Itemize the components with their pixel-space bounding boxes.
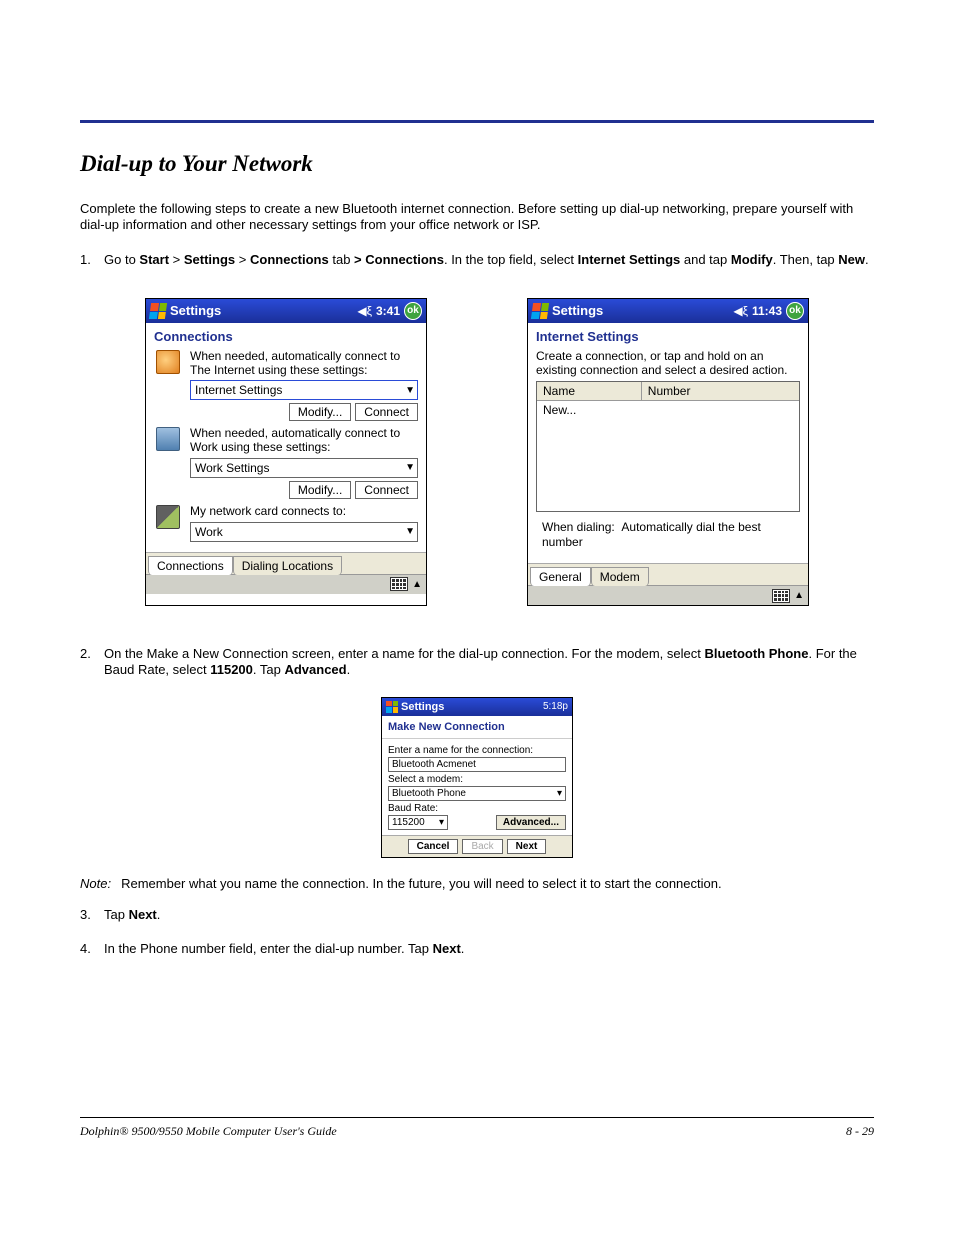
internet-settings-dropdown[interactable]: Internet Settings ▼ xyxy=(190,380,418,400)
column-number[interactable]: Number xyxy=(642,382,799,401)
chevron-down-icon: ▼ xyxy=(405,462,415,473)
step-number: 4. xyxy=(80,941,98,957)
wizard-buttons: Cancel Back Next xyxy=(382,835,572,857)
footer-left: Dolphin® 9500/9550 Mobile Computer User'… xyxy=(80,1124,337,1139)
note-text: Remember what you name the connection. I… xyxy=(121,876,722,891)
volume-icon[interactable]: ◀ξ xyxy=(733,304,748,318)
screenshot-internet-settings: Settings ◀ξ 11:43 ok Internet Settings C… xyxy=(527,298,809,606)
up-arrow-icon[interactable]: ▲ xyxy=(412,579,422,590)
nic-label: My network card connects to: xyxy=(190,505,418,519)
name-label: Enter a name for the connection: xyxy=(388,745,566,756)
baud-label: Baud Rate: xyxy=(388,803,566,814)
modem-label: Select a modem: xyxy=(388,774,566,785)
internet-icon xyxy=(156,350,180,374)
up-arrow-icon[interactable]: ▲ xyxy=(794,590,804,601)
titlebar: Settings ◀ξ 11:43 ok xyxy=(528,299,808,323)
advanced-button[interactable]: Advanced... xyxy=(496,815,566,830)
connections-table: Name Number New... xyxy=(536,381,800,512)
chevron-down-icon: ▾ xyxy=(557,788,562,799)
nic-dropdown[interactable]: Work ▼ xyxy=(190,522,418,542)
step-number: 2. xyxy=(80,646,98,679)
connection-name-input[interactable]: Bluetooth Acmenet xyxy=(388,757,566,772)
clock: 5:18p xyxy=(543,701,568,712)
windows-logo-icon xyxy=(149,303,167,319)
header-rule xyxy=(80,120,874,123)
work-icon xyxy=(156,427,180,451)
modify-button[interactable]: Modify... xyxy=(289,403,351,421)
dialing-info: When dialing: Automatically dial the bes… xyxy=(536,512,800,559)
footer-right: 8 - 29 xyxy=(846,1124,874,1139)
clock: 11:43 xyxy=(752,304,782,318)
screen-subtitle: Internet Settings xyxy=(528,323,808,350)
step-3: 3. Tap Next. xyxy=(80,907,874,923)
step-number: 3. xyxy=(80,907,98,923)
bottom-bar: ▲ xyxy=(146,574,426,594)
note: Note: Remember what you name the connect… xyxy=(80,876,874,891)
row-new[interactable]: New... xyxy=(543,403,793,417)
footer-rule xyxy=(80,1117,874,1118)
instructions: Create a connection, or tap and hold on … xyxy=(536,350,800,378)
work-label: When needed, automatically connect to Wo… xyxy=(190,427,418,455)
screen-subtitle: Connections xyxy=(146,323,426,350)
page-footer: Dolphin® 9500/9550 Mobile Computer User'… xyxy=(80,1124,874,1139)
intro-paragraph: Complete the following steps to create a… xyxy=(80,201,874,234)
step-text: In the Phone number field, enter the dia… xyxy=(104,941,464,957)
tab-strip: General Modem xyxy=(528,563,808,585)
volume-icon[interactable]: ◀ξ xyxy=(357,304,372,318)
tab-general[interactable]: General xyxy=(530,567,591,586)
screenshot-connections: Settings ◀ξ 3:41 ok Connections When nee… xyxy=(145,298,427,606)
step-text: Tap Next. xyxy=(104,907,160,923)
bottom-bar: ▲ xyxy=(528,585,808,605)
internet-label: When needed, automatically connect to Th… xyxy=(190,350,418,378)
window-title: Settings xyxy=(552,303,603,318)
step-2: 2. On the Make a New Connection screen, … xyxy=(80,646,874,679)
step-text: Go to Start > Settings > Connections tab… xyxy=(104,252,869,268)
clock: 3:41 xyxy=(376,304,400,318)
modify-button[interactable]: Modify... xyxy=(289,481,351,499)
tab-dialing-locations[interactable]: Dialing Locations xyxy=(233,556,342,575)
window-title: Settings xyxy=(401,701,444,713)
titlebar: Settings 5:18p xyxy=(382,698,572,716)
connect-button[interactable]: Connect xyxy=(355,481,418,499)
network-card-icon xyxy=(156,505,180,529)
window-title: Settings xyxy=(170,303,221,318)
chevron-down-icon: ▾ xyxy=(439,817,444,828)
step-4: 4. In the Phone number field, enter the … xyxy=(80,941,874,957)
back-button[interactable]: Back xyxy=(462,839,502,854)
cancel-button[interactable]: Cancel xyxy=(408,839,459,854)
baud-dropdown[interactable]: 115200▾ xyxy=(388,815,448,830)
work-settings-dropdown[interactable]: Work Settings ▼ xyxy=(190,458,418,478)
tab-connections[interactable]: Connections xyxy=(148,556,233,575)
chevron-down-icon: ▼ xyxy=(405,526,415,537)
screenshot-make-new-connection: Settings 5:18p Make New Connection Enter… xyxy=(381,697,573,858)
windows-logo-icon xyxy=(531,303,549,319)
keyboard-icon[interactable] xyxy=(390,577,408,591)
titlebar: Settings ◀ξ 3:41 ok xyxy=(146,299,426,323)
windows-logo-icon xyxy=(386,701,398,713)
column-name[interactable]: Name xyxy=(537,382,642,401)
keyboard-icon[interactable] xyxy=(772,589,790,603)
ok-button[interactable]: ok xyxy=(786,302,804,320)
step-1: 1. Go to Start > Settings > Connections … xyxy=(80,252,874,268)
page-title: Dial-up to Your Network xyxy=(80,151,874,177)
step-number: 1. xyxy=(80,252,98,268)
next-button[interactable]: Next xyxy=(507,839,547,854)
note-label: Note: xyxy=(80,876,111,891)
tab-modem[interactable]: Modem xyxy=(591,567,649,586)
screen-subtitle: Make New Connection xyxy=(382,716,572,739)
tab-strip: Connections Dialing Locations xyxy=(146,552,426,574)
connect-button[interactable]: Connect xyxy=(355,403,418,421)
chevron-down-icon: ▼ xyxy=(405,385,415,396)
ok-button[interactable]: ok xyxy=(404,302,422,320)
modem-dropdown[interactable]: Bluetooth Phone▾ xyxy=(388,786,566,801)
step-text: On the Make a New Connection screen, ent… xyxy=(104,646,874,679)
